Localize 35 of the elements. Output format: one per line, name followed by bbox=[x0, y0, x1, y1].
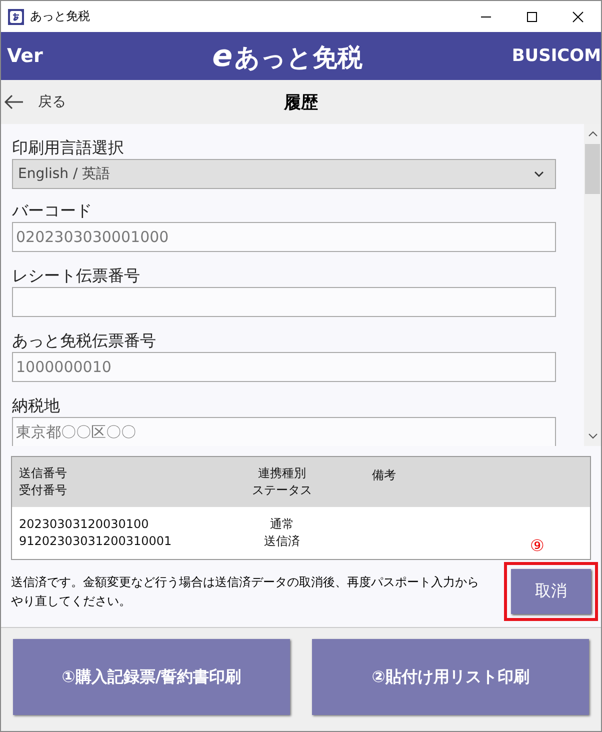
cancel-button[interactable]: 取消 bbox=[511, 569, 591, 614]
input-field[interactable] bbox=[12, 287, 556, 317]
chevron-down-icon bbox=[533, 170, 545, 178]
input-field[interactable]: 0202303030001000 bbox=[12, 222, 556, 252]
input-field[interactable]: 東京都〇〇区〇〇 bbox=[12, 417, 556, 446]
field-label: あっと免税伝票番号 bbox=[12, 330, 157, 352]
input-field[interactable]: 1000000010 bbox=[12, 352, 556, 382]
scroll-up-icon[interactable] bbox=[588, 130, 598, 138]
table-cell-text: 通常 送信済 bbox=[263, 516, 301, 550]
language-dropdown[interactable]: English / 英語 bbox=[12, 159, 556, 189]
scrollbar-thumb[interactable] bbox=[585, 144, 600, 194]
column-header: 送信番号 受付番号 bbox=[18, 465, 68, 499]
print-button[interactable]: ①購入記録票/誓約書印刷 bbox=[13, 639, 290, 715]
table-cell-text: 20230303120030100 91202303031200310001 bbox=[18, 516, 173, 550]
back-arrow-icon bbox=[4, 94, 24, 110]
window-title: あっと免税 bbox=[30, 8, 90, 25]
scroll-down-icon[interactable] bbox=[588, 432, 598, 440]
column-header: 連携種別 ステータス bbox=[251, 465, 313, 499]
close-icon bbox=[572, 10, 584, 22]
scrollbar[interactable] bbox=[584, 124, 601, 446]
maximize-icon bbox=[526, 10, 538, 22]
print-button[interactable]: ②貼付け用リスト印刷 bbox=[312, 639, 589, 715]
field-label: バーコード bbox=[12, 200, 93, 222]
callout-number: ⑨ bbox=[530, 536, 544, 555]
back-button[interactable]: 戻る bbox=[1, 93, 66, 111]
version-label: Ver bbox=[7, 45, 43, 67]
brand-label: BUSICOM bbox=[512, 46, 601, 66]
column-header: 備考 bbox=[371, 467, 397, 484]
status-message: 送信済です。金額変更など行う場合は送信済データの取消後、再度パスポート入力からやり直してください。 bbox=[11, 574, 480, 610]
field-label: レシート伝票番号 bbox=[12, 265, 141, 287]
logo: eあっと免税 bbox=[212, 38, 363, 74]
app-icon bbox=[8, 8, 24, 24]
field-label: 印刷用言語選択 bbox=[12, 137, 125, 159]
page-title: 履歴 bbox=[282, 92, 319, 114]
field-label: 納税地 bbox=[12, 395, 61, 417]
